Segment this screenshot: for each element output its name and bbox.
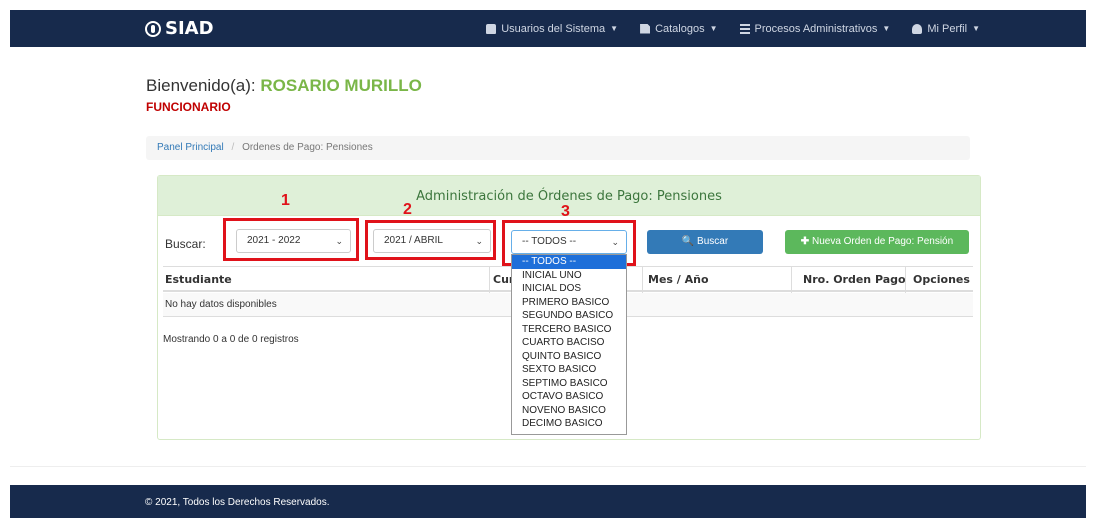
footer-copyright: © 2021, Todos los Derechos Reservados. <box>145 497 330 508</box>
search-button[interactable]: 🔍 Buscar <box>647 230 763 254</box>
annotation-box-1 <box>223 218 359 261</box>
col-mes-anio[interactable]: Mes / Año <box>648 273 709 286</box>
power-icon <box>145 20 161 37</box>
nav-perfil[interactable]: Mi Perfil ▼ <box>912 23 980 35</box>
dropdown-option[interactable]: SEGUNDO BASICO <box>512 309 626 323</box>
brand-logo[interactable]: SIAD <box>145 18 214 39</box>
dropdown-option[interactable]: PRIMERO BASICO <box>512 296 626 310</box>
footer-divider <box>10 466 1086 467</box>
file-icon <box>640 23 651 34</box>
annotation-label-3: 3 <box>561 203 570 220</box>
column-divider <box>489 267 490 293</box>
grade-dropdown-list: -- TODOS -- INICIAL UNO INICIAL DOS PRIM… <box>511 254 627 435</box>
col-opciones[interactable]: Opciones <box>913 273 970 286</box>
breadcrumb-separator: / <box>231 142 235 153</box>
column-divider <box>791 267 792 293</box>
breadcrumb-home-link[interactable]: Panel Principal <box>157 142 224 153</box>
top-navbar: SIAD Usuarios del Sistema ▼ Catalogos ▼ … <box>10 10 1086 47</box>
caret-down-icon: ▼ <box>882 24 891 33</box>
annotation-label-1: 1 <box>281 192 290 209</box>
column-divider <box>905 267 906 293</box>
caret-down-icon: ▼ <box>709 24 718 33</box>
breadcrumb-current: Ordenes de Pago: Pensiones <box>242 142 373 153</box>
nav-catalogos[interactable]: Catalogos ▼ <box>640 22 718 35</box>
column-divider <box>642 267 643 293</box>
col-nro-orden[interactable]: Nro. Orden Pago <box>803 273 906 286</box>
welcome-greeting: Bienvenido(a): <box>146 76 256 95</box>
col-estudiante[interactable]: Estudiante <box>165 273 232 286</box>
search-icon: 🔍 <box>681 236 695 247</box>
dropdown-option[interactable]: INICIAL UNO <box>512 269 626 283</box>
welcome-heading: Bienvenido(a): ROSARIO MURILLO <box>146 76 422 96</box>
pagination-info: Mostrando 0 a 0 de 0 registros <box>163 334 299 345</box>
dropdown-option[interactable]: TERCERO BASICO <box>512 323 626 337</box>
new-order-button-label: Nueva Orden de Pago: Pensión <box>811 236 954 247</box>
annotation-label-2: 2 <box>403 201 412 218</box>
dropdown-option[interactable]: INICIAL DOS <box>512 282 626 296</box>
nav-catalogos-label: Catalogos <box>655 22 705 35</box>
plus-icon: ✚ <box>800 236 810 247</box>
nav-usuarios-label: Usuarios del Sistema <box>501 22 606 35</box>
annotation-box-2 <box>365 220 496 260</box>
search-label: Buscar: <box>165 237 206 251</box>
user-name: ROSARIO MURILLO <box>260 76 422 95</box>
nav-procesos-label: Procesos Administrativos <box>754 22 878 35</box>
user-icon <box>912 23 923 34</box>
new-order-button[interactable]: ✚ Nueva Orden de Pago: Pensión <box>785 230 969 254</box>
user-role: FUNCIONARIO <box>146 100 231 114</box>
caret-down-icon: ▼ <box>972 24 980 33</box>
nav-usuarios[interactable]: Usuarios del Sistema ▼ <box>486 23 618 35</box>
dropdown-option[interactable]: -- TODOS -- <box>512 255 626 269</box>
dropdown-option[interactable]: DECIMO BASICO <box>512 417 626 431</box>
nav-menu: Usuarios del Sistema ▼ Catalogos ▼ Proce… <box>486 10 980 47</box>
list-icon <box>739 23 750 34</box>
search-button-label: Buscar <box>697 236 729 247</box>
nav-procesos[interactable]: Procesos Administrativos ▼ <box>739 22 891 35</box>
dropdown-option[interactable]: SEXTO BASICO <box>512 363 626 377</box>
dropdown-option[interactable]: OCTAVO BASICO <box>512 390 626 404</box>
dropdown-option[interactable]: QUINTO BASICO <box>512 350 626 364</box>
dropdown-option[interactable]: CUARTO BACISO <box>512 336 626 350</box>
nav-perfil-label: Mi Perfil <box>927 22 968 35</box>
dropdown-option[interactable]: NOVENO BASICO <box>512 404 626 418</box>
breadcrumb: Panel Principal / Ordenes de Pago: Pensi… <box>146 136 970 160</box>
caret-down-icon: ▼ <box>610 24 619 33</box>
lock-icon <box>486 23 497 34</box>
dropdown-option[interactable]: SEPTIMO BASICO <box>512 377 626 391</box>
footer: © 2021, Todos los Derechos Reservados. <box>10 485 1086 518</box>
brand-name: SIAD <box>165 18 214 39</box>
